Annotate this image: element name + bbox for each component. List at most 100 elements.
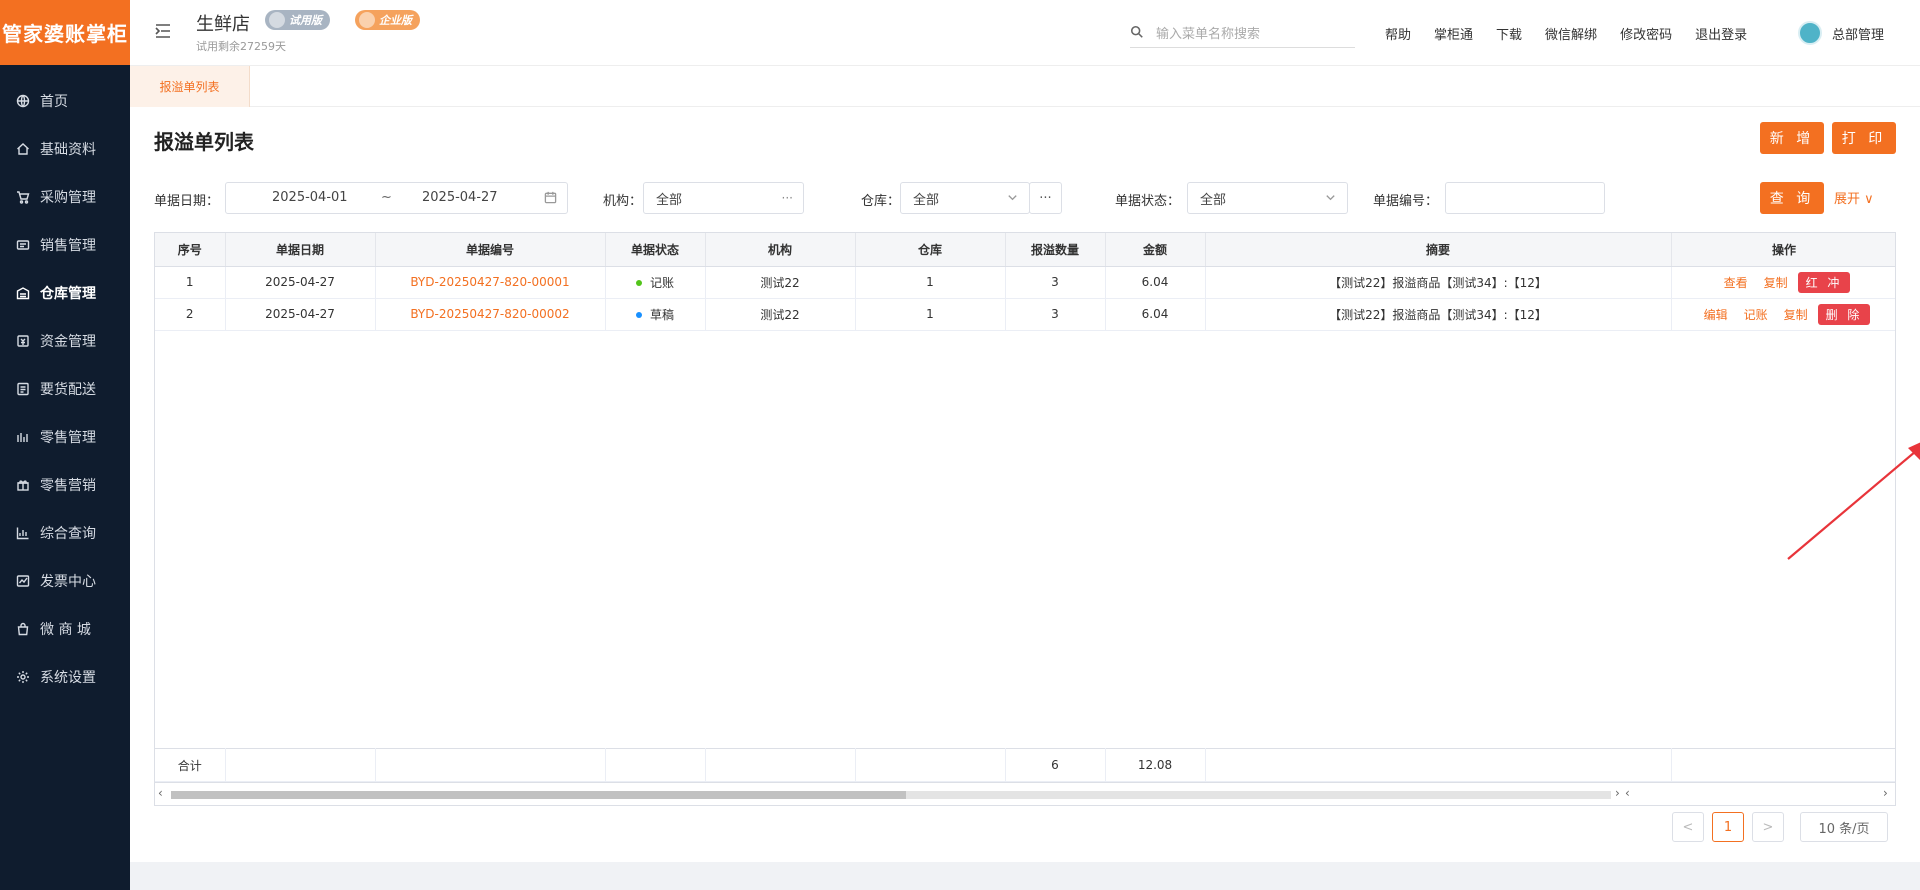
more-icon[interactable]: ··· — [782, 191, 793, 205]
summary-qty: 6 — [1005, 748, 1106, 782]
page-size-select[interactable]: 10 条/页 — [1800, 812, 1888, 842]
date-start[interactable]: 2025-04-01 — [272, 190, 348, 205]
scroll-left-icon[interactable]: ‹ — [158, 786, 163, 800]
home-icon — [16, 142, 30, 156]
page-size-value[interactable]: 10 条/页 — [1818, 818, 1869, 837]
org-select[interactable]: 全部 ··· — [643, 182, 804, 214]
date-range-picker[interactable]: 2025-04-01 ~ 2025-04-27 — [225, 182, 568, 214]
expand-label[interactable]: 展开 — [1834, 192, 1860, 207]
trial-badge-text: 试用版 — [289, 14, 322, 27]
date-label: 单据日期： — [154, 194, 220, 209]
top-link-4[interactable]: 微信解绑 — [1545, 24, 1597, 43]
scroll-left-icon[interactable]: ‹ — [1625, 786, 1630, 800]
status-label: 单据状态： — [1115, 194, 1181, 209]
row-org: 测试22 — [705, 266, 856, 299]
bill-table-grid: 序号 单据日期 单据编号 单据状态 机构 仓库 报溢数量 金额 摘要 操作 1 2025-04-27… — [155, 233, 1895, 331]
row-danger-button[interactable]: 红 冲 — [1797, 271, 1851, 293]
billno-label: 单据编号： — [1373, 194, 1439, 209]
top-link-6[interactable]: 退出登录 — [1695, 24, 1747, 43]
sidebar-item-7[interactable]: 要货配送 — [0, 365, 130, 413]
search-input[interactable] — [1156, 22, 1351, 46]
top-link-2[interactable]: 掌柜通 — [1434, 24, 1473, 43]
sidebar-item-3[interactable]: 采购管理 — [0, 173, 130, 221]
add-button[interactable]: 新 增 — [1760, 122, 1824, 154]
top-link-1[interactable]: 帮助 — [1385, 24, 1411, 43]
status-dot — [635, 280, 642, 286]
table-row[interactable]: 2 2025-04-27 BYD-20250427-820-00002 草稿 测试22 1… — [155, 298, 1895, 331]
sidebar-item-4[interactable]: 销售管理 — [0, 221, 130, 269]
sidebar-item-5[interactable]: 仓库管理 — [0, 269, 130, 317]
sidebar-item-11[interactable]: 发票中心 — [0, 557, 130, 605]
summary-cell — [855, 748, 1006, 782]
delivery-icon — [16, 382, 30, 396]
top-link-5[interactable]: 修改密码 — [1620, 24, 1672, 43]
chevron-down-icon: ∨ — [1860, 192, 1874, 207]
user-menu[interactable]: 总部管理 — [1798, 21, 1884, 45]
avatar[interactable] — [1798, 21, 1822, 45]
trial-badge: 试用版 — [265, 10, 330, 30]
scroll-thumb[interactable] — [171, 791, 906, 799]
search-icon — [1130, 25, 1146, 41]
sidebar-item-2[interactable]: 基础资料 — [0, 125, 130, 173]
menu-search — [1130, 20, 1355, 48]
row-summary: 【测试22】报溢商品【测试34】:【12】 — [1205, 298, 1672, 331]
row-bill-no-link[interactable]: BYD-20250427-820-00002 — [375, 298, 606, 331]
next-page-button[interactable]: > — [1752, 812, 1784, 842]
query-button[interactable]: 查 询 — [1760, 182, 1824, 214]
sidebar: 管家婆账掌柜 首页 基础资料 采购管理 销售管理 仓库管理 资金管理 要货配送 零售管理 零售营… — [0, 0, 130, 890]
chart-icon — [16, 526, 30, 540]
summary-row: 合计 6 12.08 — [155, 748, 1895, 782]
prev-page-button[interactable]: < — [1672, 812, 1704, 842]
row-status-text: 记账 — [649, 275, 674, 290]
scroll-right-icon[interactable]: › — [1883, 786, 1888, 800]
main-content: 报溢单列表 新 增 打 印 单据日期： 2025-04-01 ~ 2025-04… — [130, 108, 1920, 890]
sidebar-item-13[interactable]: 系统设置 — [0, 653, 130, 701]
status-select[interactable]: 全部 — [1187, 182, 1348, 214]
row-action-link[interactable]: 复制 — [1764, 276, 1788, 290]
menu-toggle-icon[interactable] — [154, 22, 172, 40]
column-header: 摘要 — [1205, 233, 1672, 267]
page-number-button[interactable]: 1 — [1712, 812, 1744, 842]
top-link-3[interactable]: 下载 — [1496, 24, 1522, 43]
scroll-right-icon[interactable]: › — [1615, 786, 1620, 800]
column-header: 机构 — [705, 233, 856, 267]
finance-icon — [16, 334, 30, 348]
row-action-link[interactable]: 记账 — [1744, 308, 1768, 322]
sidebar-item-1[interactable]: 首页 — [0, 77, 130, 125]
sidebar-item-8[interactable]: 零售管理 — [0, 413, 130, 461]
summary-label: 合计 — [155, 748, 226, 782]
row-status: 草稿 — [605, 298, 706, 331]
table-header-row: 序号 单据日期 单据编号 单据状态 机构 仓库 报溢数量 金额 摘要 操作 — [155, 233, 1895, 267]
page-title: 报溢单列表 — [154, 130, 254, 154]
monitor-icon — [269, 12, 285, 28]
row-bill-no-link[interactable]: BYD-20250427-820-00001 — [375, 266, 606, 299]
sidebar-item-label: 要货配送 — [40, 382, 96, 398]
row-danger-button[interactable]: 删 除 — [1817, 303, 1871, 325]
sidebar-item-6[interactable]: 资金管理 — [0, 317, 130, 365]
sidebar-item-label: 首页 — [40, 94, 68, 110]
warehouse-icon — [16, 286, 30, 300]
table-row[interactable]: 1 2025-04-27 BYD-20250427-820-00001 记账 测试22 1… — [155, 266, 1895, 299]
sidebar-item-label: 仓库管理 — [40, 286, 96, 302]
row-qty: 3 — [1005, 266, 1106, 299]
sidebar-item-10[interactable]: 综合查询 — [0, 509, 130, 557]
billno-input[interactable] — [1445, 182, 1605, 214]
print-button[interactable]: 打 印 — [1832, 122, 1896, 154]
column-header: 单据编号 — [375, 233, 606, 267]
top-links: 帮助 掌柜通 下载 微信解绑 修改密码 退出登录 — [1385, 24, 1770, 43]
gear-icon — [16, 670, 30, 684]
date-end[interactable]: 2025-04-27 — [422, 190, 498, 205]
warehouse-more-button[interactable]: ··· — [1029, 182, 1062, 214]
sidebar-nav: 首页基础资料 采购管理 销售管理仓库管理资金管理要货配送零售管理 零售营销 综合查询 发票… — [0, 65, 130, 701]
row-action-link[interactable]: 编辑 — [1704, 308, 1728, 322]
sidebar-item-9[interactable]: 零售营销 — [0, 461, 130, 509]
row-action-link[interactable]: 复制 — [1784, 308, 1808, 322]
warehouse-select[interactable]: 全部 — [900, 182, 1030, 214]
user-name[interactable]: 总部管理 — [1832, 24, 1884, 43]
horizontal-scrollbar[interactable]: ‹ › ‹ › — [155, 782, 1895, 805]
row-action-link[interactable]: 查看 — [1724, 276, 1748, 290]
expand-toggle[interactable]: 展开 ∨ — [1834, 188, 1874, 207]
sidebar-item-12[interactable]: 微 商 城 — [0, 605, 130, 653]
enterprise-badge-text: 企业版 — [379, 14, 412, 27]
tab-overflow-list[interactable]: 报溢单列表 — [130, 66, 250, 107]
